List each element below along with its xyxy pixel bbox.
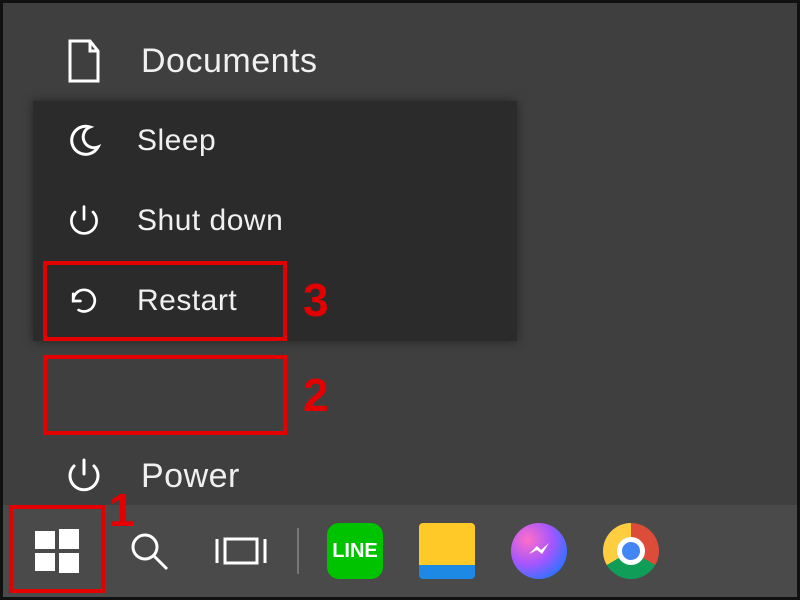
messenger-icon [511,523,567,579]
chrome-icon [603,523,659,579]
file-explorer-icon [419,523,475,579]
restart-icon [63,280,105,322]
taskbar-search-button[interactable] [103,505,195,597]
power-option-sleep-label: Sleep [137,124,216,158]
power-option-shutdown-label: Shut down [137,204,283,238]
start-item-documents[interactable]: Documents [33,21,443,101]
taskbar-taskview-button[interactable] [195,505,287,597]
taskbar-app-line[interactable]: LINE [309,505,401,597]
taskbar-app-chrome[interactable] [585,505,677,597]
start-item-documents-label: Documents [141,42,317,81]
task-view-icon [215,531,267,571]
power-option-sleep[interactable]: Sleep [33,101,517,181]
start-button[interactable] [11,505,103,597]
power-option-restart[interactable]: Restart [33,261,517,341]
power-flyout: Sleep Shut down Restart [33,101,517,341]
power-option-shutdown[interactable]: Shut down [33,181,517,261]
windows-logo-icon [33,527,81,575]
start-item-power-label: Power [141,457,240,496]
taskbar: LINE [3,505,797,597]
taskbar-app-explorer[interactable] [401,505,493,597]
line-app-icon: LINE [327,523,383,579]
power-option-restart-label: Restart [137,284,237,318]
power-icon [63,455,105,497]
search-icon [127,529,171,573]
start-item-power[interactable]: Power [33,436,443,516]
moon-icon [63,120,105,162]
taskbar-app-messenger[interactable] [493,505,585,597]
taskbar-separator [297,528,299,574]
document-icon [63,40,105,82]
power-icon [63,200,105,242]
